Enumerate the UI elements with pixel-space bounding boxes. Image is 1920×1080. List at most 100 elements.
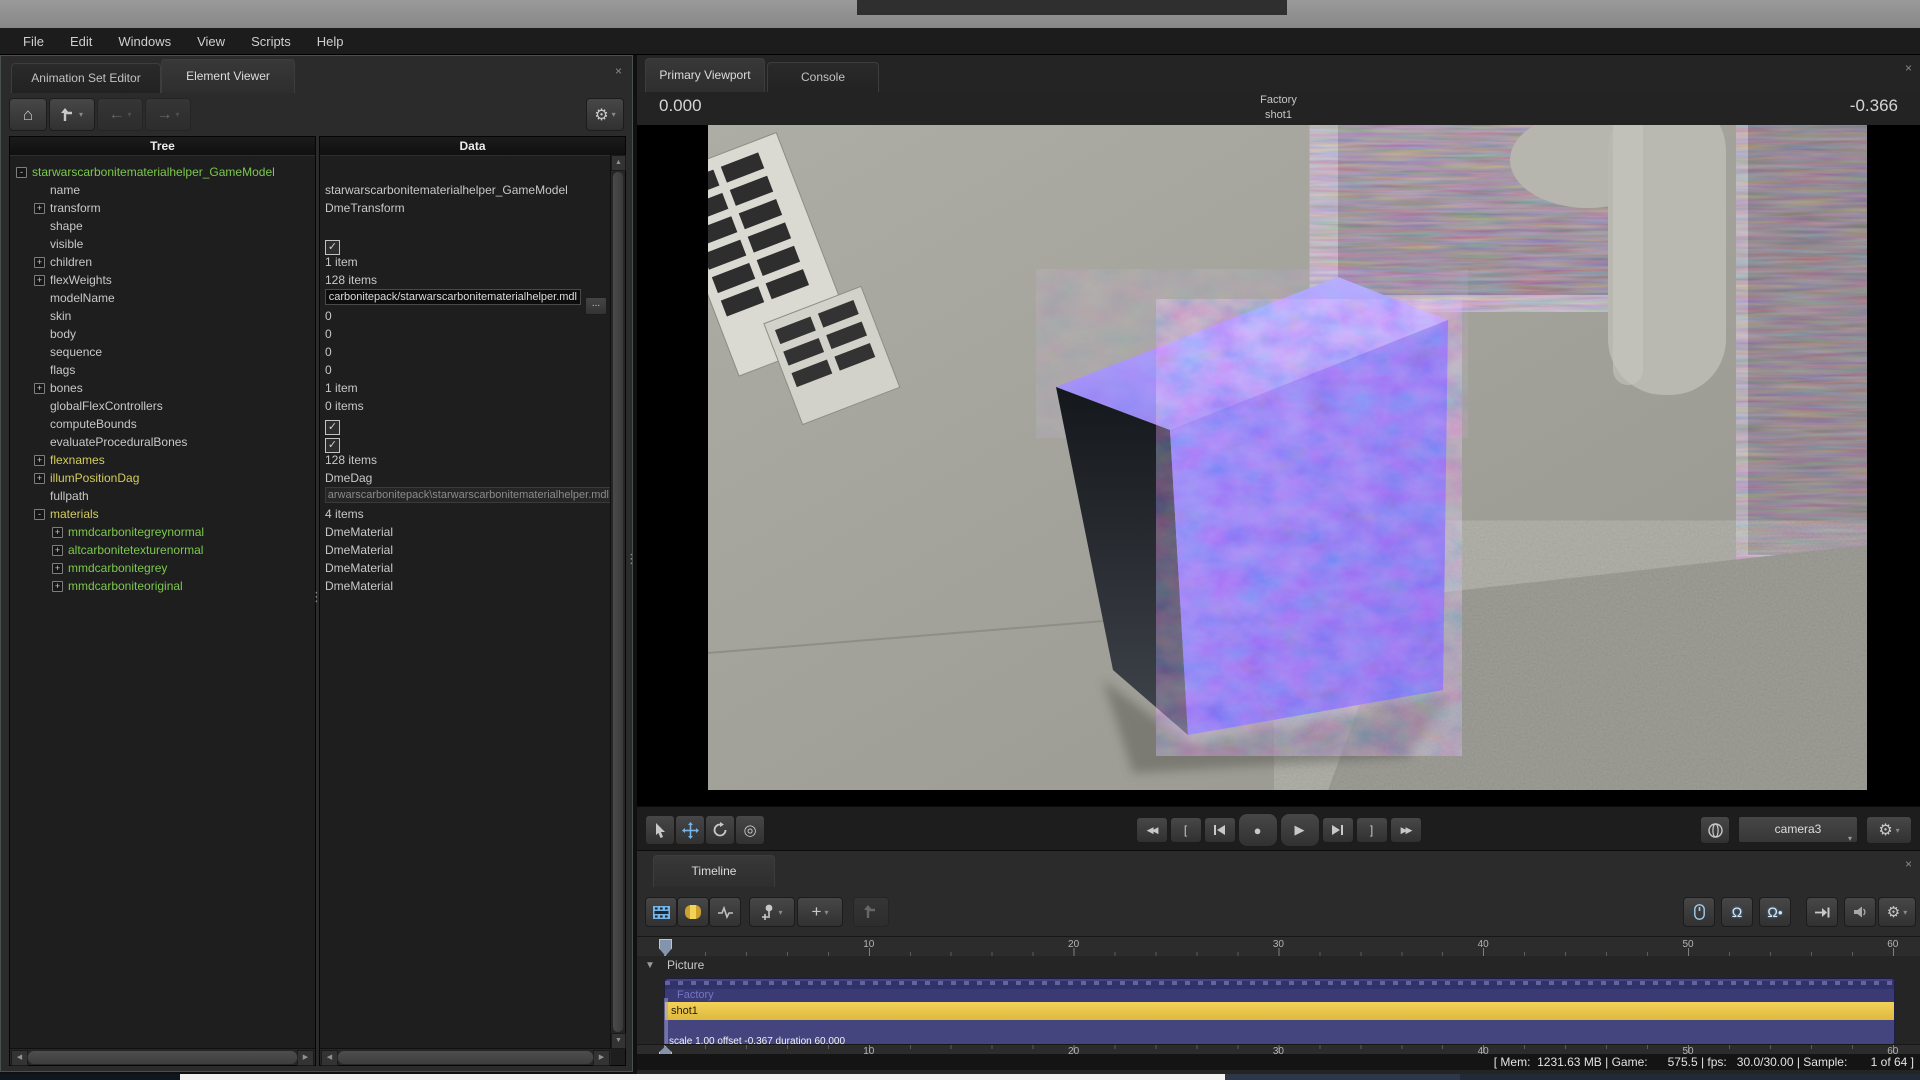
graph-editor-mode-button[interactable] [709,897,741,927]
forward-button[interactable]: →▾ [145,98,191,131]
shot-clip[interactable]: shot1 [665,1002,1894,1020]
tree-node-mmdcarbonitegreynormal[interactable]: +mmdcarbonitegreynormal [10,523,315,541]
data-horizontal-scrollbar[interactable]: ◀ ▶ [320,1048,611,1065]
tree-node-visible[interactable]: visible [10,235,315,253]
tree-node-children[interactable]: +children [10,253,315,271]
play-button[interactable]: ▶ [1280,813,1320,847]
close-icon[interactable]: × [1905,857,1912,871]
scrub-mode-button[interactable] [1683,897,1715,927]
expand-icon[interactable]: + [34,473,45,484]
tree-node-shape[interactable]: shape [10,217,315,235]
clip-out-button[interactable]: ] [1356,817,1388,843]
expand-icon[interactable]: + [52,563,63,574]
go-to-playhead-button[interactable] [1806,897,1838,927]
tree-node-fullpath[interactable]: fullpath [10,487,315,505]
collapse-track-icon[interactable]: ▼ [645,960,655,971]
move-tool-button[interactable] [675,815,705,845]
tab-element-viewer[interactable]: Element Viewer [161,59,295,93]
scroll-down-icon[interactable]: ▼ [611,1033,626,1049]
scroll-thumb[interactable] [27,1050,298,1065]
tree-node-illumPositionDag[interactable]: +illumPositionDag [10,469,315,487]
tree-node-flags[interactable]: flags [10,361,315,379]
add-bookmark-button[interactable]: ▾ [749,897,795,927]
tree-node-materials[interactable]: -materials [10,505,315,523]
playhead-marker[interactable] [659,939,672,956]
tree-node-evaluateProceduralBones[interactable]: evaluateProceduralBones [10,433,315,451]
expand-icon[interactable]: + [34,257,45,268]
audio-mute-button[interactable] [1844,897,1876,927]
tab-console[interactable]: Console [767,62,879,92]
clip-editor-mode-button[interactable] [645,897,677,927]
home-button[interactable]: ⌂ [9,98,47,131]
menu-item-help[interactable]: Help [304,28,357,55]
tab-primary-viewport[interactable]: Primary Viewport [645,58,765,92]
motion-editor-mode-button[interactable] [677,897,709,927]
menu-item-file[interactable]: File [10,28,57,55]
tree-node-globalFlexControllers[interactable]: globalFlexControllers [10,397,315,415]
snap-button[interactable]: Ω [1721,897,1753,927]
scroll-thumb[interactable] [337,1050,594,1065]
tree-node-flexnames[interactable]: +flexnames [10,451,315,469]
add-clip-button[interactable]: +▾ [797,897,843,927]
go-to-start-button[interactable] [1204,817,1236,843]
close-icon[interactable]: × [1905,61,1912,75]
select-tool-button[interactable] [645,815,675,845]
gyro-button[interactable] [1700,816,1730,844]
tree-node-bones[interactable]: +bones [10,379,315,397]
close-icon[interactable]: × [615,64,622,78]
snap-frame-button[interactable]: Ω● [1759,897,1791,927]
expand-icon[interactable]: + [34,275,45,286]
pane-splitter-grip[interactable]: ⋮ [625,551,636,567]
tree-node-starwarscarbonitematerialhelper_GameModel[interactable]: -starwarscarbonitematerialhelper_GameMod… [10,163,315,181]
tree-horizontal-scrollbar[interactable]: ◀ ▶ [10,1048,315,1065]
tree-node-body[interactable]: body [10,325,315,343]
back-button[interactable]: ←▾ [97,98,143,131]
up-one-level-button[interactable] [853,897,889,927]
tree-node-transform[interactable]: +transform [10,199,315,217]
movie-clip[interactable]: Factory shot1 scale 1.00 offset -0.367 d… [664,978,1895,1046]
scroll-left-icon[interactable]: ◀ [11,1050,28,1066]
fast-forward-button[interactable]: ▶▶ [1390,817,1422,843]
tree-node-skin[interactable]: skin [10,307,315,325]
menu-item-scripts[interactable]: Scripts [238,28,304,55]
scroll-right-icon[interactable]: ▶ [297,1050,314,1066]
rotate-tool-button[interactable] [705,815,735,845]
rewind-button[interactable]: ◀◀ [1136,817,1168,843]
scroll-thumb[interactable] [612,171,624,1033]
clip-in-button[interactable]: [ [1170,817,1202,843]
data-vertical-scrollbar[interactable]: ▲ ▼ [610,155,625,1049]
viewport-settings-button[interactable]: ⚙▾ [1866,816,1912,844]
browse-button[interactable]: ... [585,297,607,315]
up-level-button[interactable]: ▾ [49,98,95,131]
scroll-up-icon[interactable]: ▲ [611,155,626,171]
record-button[interactable]: ● [1238,813,1278,847]
tree-node-sequence[interactable]: sequence [10,343,315,361]
column-splitter-grip[interactable]: ⋮ [310,589,321,605]
expand-icon[interactable]: + [52,545,63,556]
camera-selector[interactable]: camera3 ▾ [1738,816,1858,843]
clip-left-handle[interactable] [664,998,668,1044]
tree-node-mmdcarboniteoriginal[interactable]: +mmdcarboniteoriginal [10,577,315,595]
timeline-ruler-top[interactable]: 102030405060 [637,936,1920,958]
collapse-icon[interactable]: - [34,509,45,520]
tree-node-flexWeights[interactable]: +flexWeights [10,271,315,289]
expand-icon[interactable]: + [34,455,45,466]
pivot-tool-button[interactable]: ◎ [735,815,765,845]
scroll-right-icon[interactable]: ▶ [593,1050,610,1066]
tree-node-name[interactable]: name [10,181,315,199]
tree-node-altcarbonitetexturenormal[interactable]: +altcarbonitetexturenormal [10,541,315,559]
tree-node-modelName[interactable]: modelName [10,289,315,307]
options-button[interactable]: ⚙▾ [586,98,624,131]
menu-item-edit[interactable]: Edit [57,28,105,55]
expand-icon[interactable]: + [34,383,45,394]
tab-timeline[interactable]: Timeline [653,855,775,887]
tree-node-mmdcarbonitegrey[interactable]: +mmdcarbonitegrey [10,559,315,577]
tab-animation-set-editor[interactable]: Animation Set Editor [11,63,161,93]
expand-icon[interactable]: + [52,581,63,592]
expand-icon[interactable]: + [52,527,63,538]
scroll-left-icon[interactable]: ◀ [321,1050,338,1066]
collapse-icon[interactable]: - [16,167,27,178]
expand-icon[interactable]: + [34,203,45,214]
render-viewport[interactable] [637,125,1920,806]
timeline-settings-button[interactable]: ⚙▾ [1878,897,1916,927]
